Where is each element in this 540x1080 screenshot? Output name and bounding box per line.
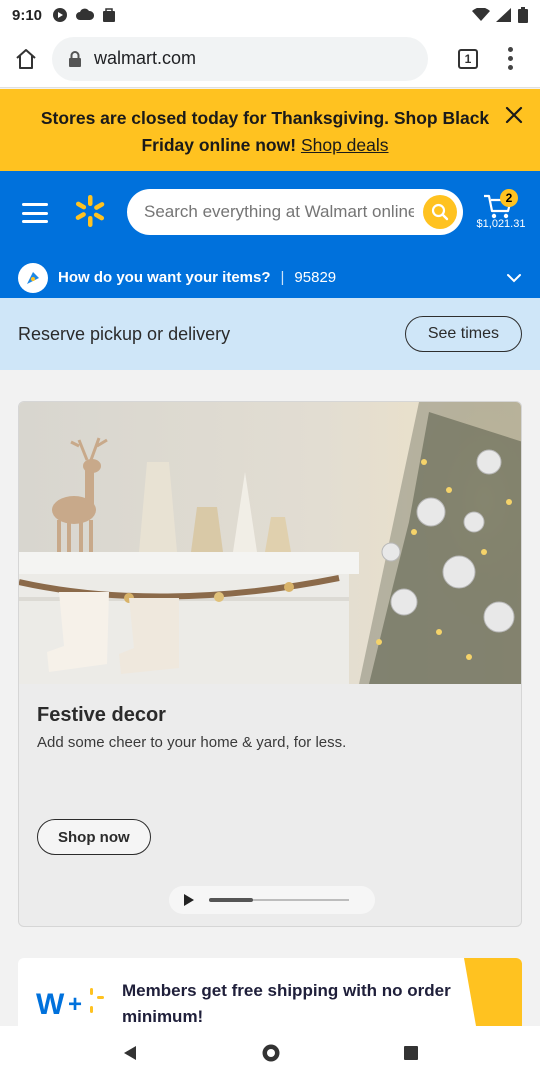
menu-button[interactable] <box>22 203 48 223</box>
shop-now-button[interactable]: Shop now <box>37 819 151 855</box>
search-bar[interactable] <box>127 189 463 235</box>
home-button[interactable] <box>0 33 52 85</box>
browser-menu-button[interactable] <box>490 37 530 81</box>
system-navigation-bar <box>0 1026 540 1080</box>
festive-decor-image <box>19 402 521 684</box>
decorative-stripe <box>464 958 522 1026</box>
wifi-icon <box>472 8 490 21</box>
promo-banner: Stores are closed today for Thanksgiving… <box>0 89 540 171</box>
carousel-controls <box>169 886 375 914</box>
delivery-zip: 95829 <box>294 269 337 286</box>
reserve-text: Reserve pickup or delivery <box>18 323 231 344</box>
walmart-spark-logo[interactable] <box>72 193 108 229</box>
search-icon <box>431 203 449 221</box>
address-bar[interactable]: walmart.com <box>52 36 428 81</box>
svg-text:W: W <box>36 988 65 1021</box>
feature-card[interactable]: Festive decor Add some cheer to your hom… <box>18 401 522 927</box>
delivery-separator: | <box>280 269 285 286</box>
see-times-button[interactable]: See times <box>404 316 522 352</box>
cart-button[interactable]: 2 $1,021.31 <box>476 187 526 237</box>
menu-dot <box>507 65 513 70</box>
carousel-progress-thumb <box>209 898 253 902</box>
bag-icon <box>103 8 116 22</box>
notification-icons <box>52 7 116 23</box>
site-header: 2 $1,021.31 How do you want your items? … <box>0 171 540 298</box>
menu-line <box>22 220 48 223</box>
status-time: 9:10 <box>12 6 43 24</box>
delivery-selector[interactable]: How do you want your items? | 95829 <box>0 257 540 298</box>
search-input[interactable] <box>144 202 414 222</box>
menu-line <box>22 203 48 206</box>
status-bar: 9:10 <box>0 0 540 30</box>
members-text: Members get free shipping with no order … <box>122 981 451 1026</box>
card-description: Add some cheer to your home & yard, for … <box>37 734 347 751</box>
cart-count-badge: 2 <box>500 189 518 207</box>
home-icon <box>16 48 36 69</box>
carousel-progress <box>209 898 349 902</box>
screen: 9:10 walmart.com 1 Stores are closed tod… <box>0 0 540 1080</box>
cloud-icon <box>76 8 95 20</box>
search-button[interactable] <box>423 195 457 229</box>
menu-dot <box>507 56 513 61</box>
cart-total: $1,021.31 <box>476 218 526 230</box>
walmart-plus-logo: W + <box>36 988 104 1021</box>
media-notification-icon <box>53 8 68 22</box>
menu-dot <box>507 47 513 52</box>
play-icon[interactable] <box>183 893 195 907</box>
walmart-plus-card[interactable]: W + Members get free shipping with no or… <box>18 958 522 1026</box>
lock-icon <box>69 50 81 67</box>
home-nav-icon[interactable] <box>261 1043 281 1063</box>
close-icon[interactable] <box>504 105 524 125</box>
shop-deals-link[interactable]: Shop deals <box>301 135 389 155</box>
tab-count: 1 <box>458 48 478 69</box>
promo-message: Stores are closed today for Thanksgiving… <box>30 105 500 159</box>
delivery-question: How do you want your items? <box>58 269 271 286</box>
reserve-pickup-bar: Reserve pickup or delivery See times <box>0 298 540 370</box>
chevron-down-icon <box>507 273 521 282</box>
promo-text: Stores are closed today for Thanksgiving… <box>40 108 490 155</box>
recents-icon[interactable] <box>403 1045 419 1061</box>
svg-text:+: + <box>68 991 82 1018</box>
menu-line <box>22 211 48 215</box>
back-icon[interactable] <box>121 1044 139 1062</box>
system-icons <box>472 7 528 23</box>
card-title: Festive decor <box>37 704 166 726</box>
delivery-icon <box>18 262 48 293</box>
tab-switcher-button[interactable]: 1 <box>446 37 490 81</box>
url-text: walmart.com <box>94 48 197 68</box>
battery-icon <box>518 7 528 23</box>
browser-toolbar: walmart.com 1 <box>0 30 540 88</box>
signal-icon <box>496 8 511 22</box>
